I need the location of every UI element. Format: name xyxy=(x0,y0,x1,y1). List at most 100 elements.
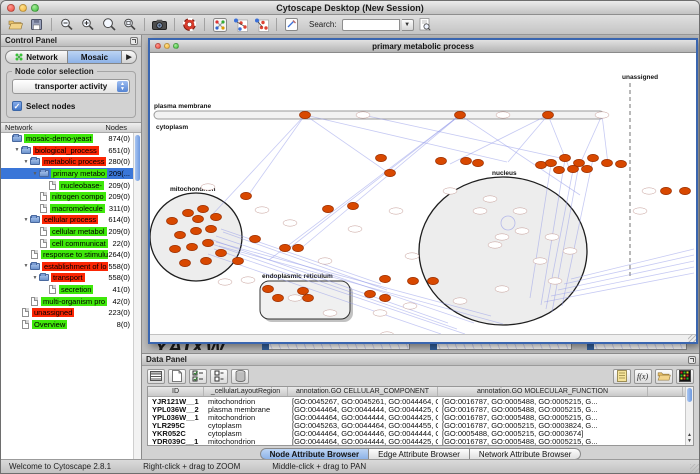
graph-node[interactable] xyxy=(206,225,217,232)
graph-edge[interactable] xyxy=(450,115,548,164)
resize-grip-icon[interactable] xyxy=(690,464,699,473)
graph-node[interactable] xyxy=(201,257,212,264)
graph-label-node[interactable] xyxy=(495,286,509,292)
graph-edge[interactable] xyxy=(305,115,393,176)
table-column-header[interactable]: annotation.GO CELLULAR_COMPONENT xyxy=(288,387,438,396)
graph-label-node[interactable] xyxy=(515,228,529,234)
graph-label-node[interactable] xyxy=(283,220,297,226)
graph-node[interactable] xyxy=(303,294,314,301)
graph-label-node[interactable] xyxy=(241,277,255,283)
graph-label-node[interactable] xyxy=(373,310,387,316)
graph-label-node[interactable] xyxy=(389,208,403,214)
search-dropdown-button[interactable]: ▼ xyxy=(402,19,414,31)
graph-edge[interactable] xyxy=(508,115,548,162)
graph-label-node[interactable] xyxy=(488,242,502,248)
graph-node[interactable] xyxy=(436,157,447,164)
graph-node[interactable] xyxy=(554,166,565,173)
graph-node[interactable] xyxy=(193,215,204,222)
graph-node[interactable] xyxy=(661,187,672,194)
graph-node[interactable] xyxy=(293,244,304,251)
tree-row[interactable]: Overview8(0) xyxy=(1,319,141,331)
tree-row[interactable]: nucleobase-209(0) xyxy=(1,179,141,191)
graph-label-node[interactable] xyxy=(473,208,487,214)
tab-mosaic[interactable]: Mosaic xyxy=(68,50,122,64)
tree-row[interactable]: secretion41(0) xyxy=(1,284,141,296)
network-window-titlebar[interactable]: primary metabolic process xyxy=(150,40,696,53)
create-attribute-button[interactable] xyxy=(168,369,186,384)
disclosure-triangle-icon[interactable]: ▼ xyxy=(22,217,30,223)
graph-node[interactable] xyxy=(298,287,309,294)
select-attributes-button[interactable] xyxy=(147,369,165,384)
graph-node[interactable] xyxy=(543,111,554,118)
graph-label-node[interactable] xyxy=(348,226,362,232)
graph-label-node[interactable] xyxy=(405,253,419,259)
graph-node[interactable] xyxy=(323,205,334,212)
graph-node[interactable] xyxy=(380,294,391,301)
graph-node[interactable] xyxy=(473,159,484,166)
tree-row[interactable]: ▼establishment of lo558(0) xyxy=(1,261,141,273)
notes-button[interactable] xyxy=(613,369,631,384)
graph-node[interactable] xyxy=(385,169,396,176)
zoom-out-button[interactable] xyxy=(57,16,76,33)
zoom-in-button[interactable] xyxy=(78,16,97,33)
graph-label-node[interactable] xyxy=(288,295,302,301)
graph-node[interactable] xyxy=(588,154,599,161)
graph-node[interactable] xyxy=(170,245,181,252)
tab-network-attribute-browser[interactable]: Network Attribute Browser xyxy=(470,448,581,460)
graph-node[interactable] xyxy=(616,160,627,167)
heatmap-button[interactable] xyxy=(676,369,694,384)
graph-node[interactable] xyxy=(167,217,178,224)
graph-node[interactable] xyxy=(203,239,214,246)
disclosure-triangle-icon[interactable]: ▼ xyxy=(31,171,39,177)
graph-node[interactable] xyxy=(191,227,202,234)
graph-node[interactable] xyxy=(380,275,391,282)
table-scrollbar[interactable]: ▲▼ xyxy=(685,387,693,445)
graph-edge[interactable] xyxy=(212,115,305,215)
tree-row[interactable]: response to stimulu264(0) xyxy=(1,249,141,261)
tree-scrollbar-thumb[interactable] xyxy=(135,135,140,181)
graph-node[interactable] xyxy=(280,244,291,251)
tree-row[interactable]: ▼biological_process651(0) xyxy=(1,145,141,157)
graph-node[interactable] xyxy=(175,231,186,238)
tree-row[interactable]: ▼cellular process614(0) xyxy=(1,214,141,226)
graph-node[interactable] xyxy=(241,192,252,199)
search-input[interactable] xyxy=(342,19,400,31)
graph-label-node[interactable] xyxy=(403,303,417,309)
graph-edge[interactable] xyxy=(305,115,507,162)
graph-node[interactable] xyxy=(198,205,209,212)
graph-node[interactable] xyxy=(348,202,359,209)
formula-button[interactable]: f(x) xyxy=(634,369,652,384)
table-column-header[interactable]: _cellularLayoutRegion xyxy=(204,387,288,396)
graph-node[interactable] xyxy=(211,213,222,220)
graph-node[interactable] xyxy=(300,111,311,118)
graph-node[interactable] xyxy=(273,294,284,301)
tab-overflow-button[interactable]: ▶ xyxy=(122,50,137,64)
graph-label-node[interactable] xyxy=(642,188,656,194)
help-button[interactable] xyxy=(180,16,199,33)
open-session-button[interactable] xyxy=(6,16,25,33)
tab-node-attribute-browser[interactable]: Node Attribute Browser xyxy=(260,448,370,460)
graph-label-node[interactable] xyxy=(496,112,510,118)
tab-edge-attribute-browser[interactable]: Edge Attribute Browser xyxy=(369,448,470,460)
tree-row[interactable]: cellular metabol209(0) xyxy=(1,226,141,238)
graph-node[interactable] xyxy=(216,249,227,256)
zoom-button[interactable] xyxy=(31,4,39,12)
delete-attribute-button[interactable] xyxy=(231,369,249,384)
graph-node[interactable] xyxy=(365,290,376,297)
node-color-dropdown[interactable]: transporter activity ▲▼ xyxy=(12,79,130,94)
graph-node[interactable] xyxy=(560,154,571,161)
layout-network-alt-button[interactable] xyxy=(252,16,271,33)
zoom-button[interactable] xyxy=(173,43,179,49)
import-attributes-button[interactable] xyxy=(655,369,673,384)
zoom-selected-button[interactable] xyxy=(120,16,139,33)
tree-row[interactable]: unassigned223(0) xyxy=(1,307,141,319)
tree-row[interactable]: macromolecule311(0) xyxy=(1,203,141,215)
graph-node[interactable] xyxy=(376,154,387,161)
table-column-header[interactable]: annotation.GO MOLECULAR_FUNCTION xyxy=(438,387,648,396)
graph-label-node[interactable] xyxy=(513,208,527,214)
float-panel-icon[interactable] xyxy=(688,356,696,364)
graph-label-node[interactable] xyxy=(495,234,509,240)
tree-row[interactable]: ▼primary metabo209(... xyxy=(1,168,141,180)
scrollbar-arrows-icon[interactable]: ▲▼ xyxy=(686,433,693,445)
disclosure-triangle-icon[interactable]: ▼ xyxy=(22,263,30,269)
